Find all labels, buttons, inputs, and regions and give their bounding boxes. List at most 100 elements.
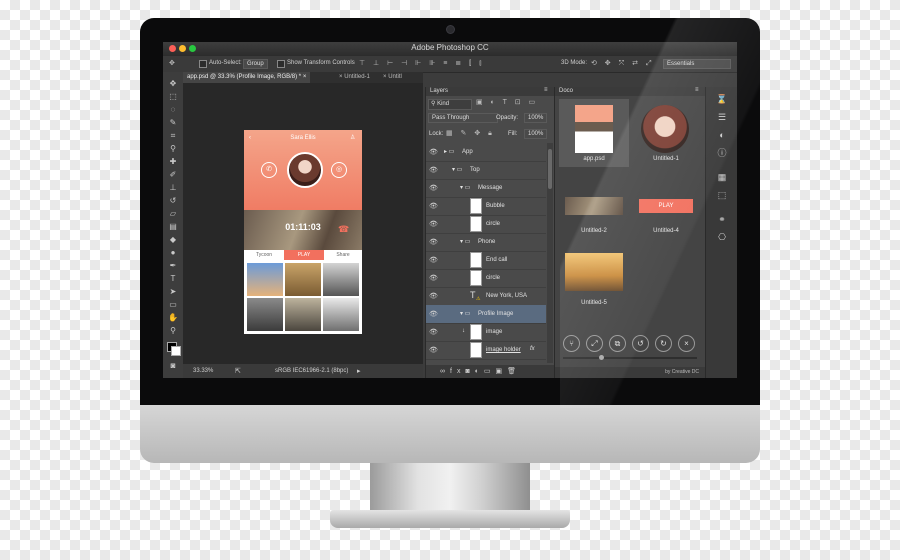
kind-filter[interactable]: ⚲ Kind [428, 99, 472, 110]
auto-select-checkbox[interactable] [199, 60, 207, 68]
new-layer-icon[interactable]: ▣ [496, 368, 508, 375]
filter-icons[interactable]: ▣ ◐ T ⊡ ▭ [476, 99, 538, 107]
quick-mask-icon[interactable]: ◙ [167, 360, 179, 371]
expand-icon[interactable]: ⤢ [586, 335, 603, 352]
share-icon[interactable]: ⑂ [563, 335, 580, 352]
document-canvas[interactable]: ‹ Sara Ellis ♙ ✆ ◎ 01:11:03 ☎ Tycoon PLA… [244, 130, 362, 334]
layer-row-profile-image[interactable]: 👁︎ ▾ ▭ Profile Image [426, 305, 546, 324]
fx-badge[interactable]: fx [530, 346, 535, 352]
eye-icon[interactable]: 👁︎ [429, 256, 438, 264]
grid-photo[interactable] [285, 263, 321, 296]
tab-app-psd[interactable]: app.psd @ 33.3% (Profile Image, RGB/8) *… [183, 72, 311, 83]
eye-icon[interactable]: 👁︎ [429, 346, 438, 354]
doco-title[interactable]: Doco [559, 88, 573, 94]
layer-row-message[interactable]: 👁︎ ▾ ▭ Message [426, 179, 546, 198]
eye-icon[interactable]: 👁︎ [429, 166, 438, 174]
background-color-swatch[interactable] [171, 346, 181, 356]
adjustments-icon[interactable]: ◐ [716, 129, 728, 141]
move-tool-icon[interactable]: ✥ [167, 78, 179, 89]
3d-mode-icons[interactable]: ⟲ ✥ ⤧ ⇄ ⤢ [591, 60, 655, 68]
doco-item-untitled-2[interactable]: Untitled-2 [559, 171, 629, 239]
eye-icon[interactable]: 👁︎ [429, 292, 438, 300]
eraser-tool-icon[interactable]: ▱ [167, 208, 179, 219]
end-call-icon[interactable]: ☎ [338, 224, 349, 235]
swatches-icon[interactable]: ▦ [716, 171, 728, 183]
doco-item-untitled-1[interactable]: Untitled-1 [631, 99, 701, 167]
grid-photo[interactable] [323, 263, 359, 296]
layer-row-app[interactable]: 👁︎ ▸ ▭ App [426, 143, 546, 162]
eyedropper-tool-icon[interactable]: ⚲ [167, 143, 179, 154]
layer-row-image[interactable]: 👁︎ ↓ image [426, 323, 546, 342]
user-icon[interactable]: ♙ [350, 134, 355, 141]
blend-mode-dropdown[interactable]: Pass Through [428, 113, 498, 123]
doco-item-untitled-5[interactable]: Untitled-5 [559, 243, 629, 311]
trash-icon[interactable]: 🗑︎ [507, 368, 521, 375]
undo-icon[interactable]: ↺ [632, 335, 649, 352]
eye-icon[interactable]: 👁︎ [429, 220, 438, 228]
layer-row-circle[interactable]: 👁︎ circle [426, 215, 546, 234]
eye-icon[interactable]: 👁︎ [429, 310, 438, 318]
marquee-tool-icon[interactable]: ⬚ [167, 91, 179, 102]
eye-icon[interactable]: 👁︎ [429, 202, 438, 210]
grid-photo[interactable] [247, 263, 283, 296]
share-tab[interactable]: Share [324, 250, 362, 260]
new-group-icon[interactable]: ▭ [484, 368, 496, 375]
tycoon-tab[interactable]: Tycoon [244, 250, 284, 260]
layer-row-top[interactable]: 👁︎ ▾ ▭ Top [426, 161, 546, 180]
layer-row-bubble[interactable]: 👁︎ Bubble [426, 197, 546, 216]
close-icon[interactable]: × [678, 335, 695, 352]
tab-untitled-1[interactable]: × Untitled-1 [335, 72, 374, 83]
layer-row-image-holder[interactable]: 👁︎ image holder fx [426, 341, 546, 360]
move-tool-icon[interactable]: ✥ [169, 60, 175, 68]
dodge-tool-icon[interactable]: ● [167, 247, 179, 258]
eye-icon[interactable]: 👁︎ [429, 274, 438, 282]
paths-icon[interactable]: ⎔ [716, 231, 728, 243]
layers-scrollbar[interactable] [547, 143, 553, 363]
tab-untitled[interactable]: × Untitl [379, 72, 406, 83]
quick-select-tool-icon[interactable]: ✎ [167, 117, 179, 128]
stamp-tool-icon[interactable]: ⊥ [167, 182, 179, 193]
doco-item-app-psd[interactable]: app.psd [559, 99, 629, 167]
layer-row-end-call[interactable]: 👁︎ End call [426, 251, 546, 270]
properties-icon[interactable]: ☰ [716, 111, 728, 123]
doco-item-untitled-4[interactable]: PLAY Untitled-4 [631, 171, 701, 239]
eye-icon[interactable]: 👁︎ [429, 328, 438, 336]
gradient-tool-icon[interactable]: ▤ [167, 221, 179, 232]
history-icon[interactable]: ⌛ [716, 93, 728, 105]
zoom-tool-icon[interactable]: ⚲ [167, 325, 179, 336]
channels-icon[interactable]: ⚭ [716, 213, 728, 225]
show-transform-checkbox[interactable] [277, 60, 285, 68]
link-icon[interactable]: ∞ [440, 368, 450, 375]
panel-menu-icon[interactable]: ≡ [544, 87, 548, 93]
scrollbar-thumb[interactable] [548, 149, 552, 189]
hand-tool-icon[interactable]: ✋ [167, 312, 179, 323]
pen-tool-icon[interactable]: ✒ [167, 260, 179, 271]
doco-play-button[interactable]: PLAY [639, 199, 693, 213]
info-icon[interactable]: ⓘ [716, 147, 728, 159]
type-tool-icon[interactable]: T [167, 273, 179, 284]
blur-tool-icon[interactable]: ◆ [167, 234, 179, 245]
zoom-slider[interactable] [563, 355, 697, 360]
layers-title[interactable]: Layers [430, 88, 448, 94]
eye-icon[interactable]: 👁︎ [429, 238, 438, 246]
mask-icon[interactable]: ◙ [465, 368, 474, 375]
fx-icon[interactable]: fx [450, 368, 465, 375]
adjustment-icon[interactable]: ◐ [475, 368, 484, 375]
fill-value[interactable]: 100% [524, 129, 548, 139]
redo-icon[interactable]: ↻ [655, 335, 672, 352]
styles-icon[interactable]: ⬚ [716, 189, 728, 201]
status-menu-icon[interactable]: ▸ [357, 367, 361, 375]
copy-icon[interactable]: ⧉ [609, 335, 626, 352]
lasso-tool-icon[interactable]: ◌ [167, 104, 179, 115]
canvas-area[interactable]: ‹ Sara Ellis ♙ ✆ ◎ 01:11:03 ☎ Tycoon PLA… [183, 83, 423, 364]
eye-icon[interactable]: 👁︎ [429, 184, 438, 192]
layer-row-circle[interactable]: 👁︎ circle [426, 269, 546, 288]
export-icon[interactable]: ⇱ [235, 367, 241, 375]
eye-icon[interactable]: 👁︎ [429, 148, 438, 156]
path-select-icon[interactable]: ➤ [167, 286, 179, 297]
opacity-value[interactable]: 100% [524, 113, 548, 123]
lock-icons[interactable]: ▦ ✎ ✥ 🔒︎ [446, 130, 495, 138]
layer-row-phone[interactable]: 👁︎ ▾ ▭ Phone [426, 233, 546, 252]
message-icon[interactable]: ◎ [331, 162, 347, 178]
history-brush-icon[interactable]: ↺ [167, 195, 179, 206]
